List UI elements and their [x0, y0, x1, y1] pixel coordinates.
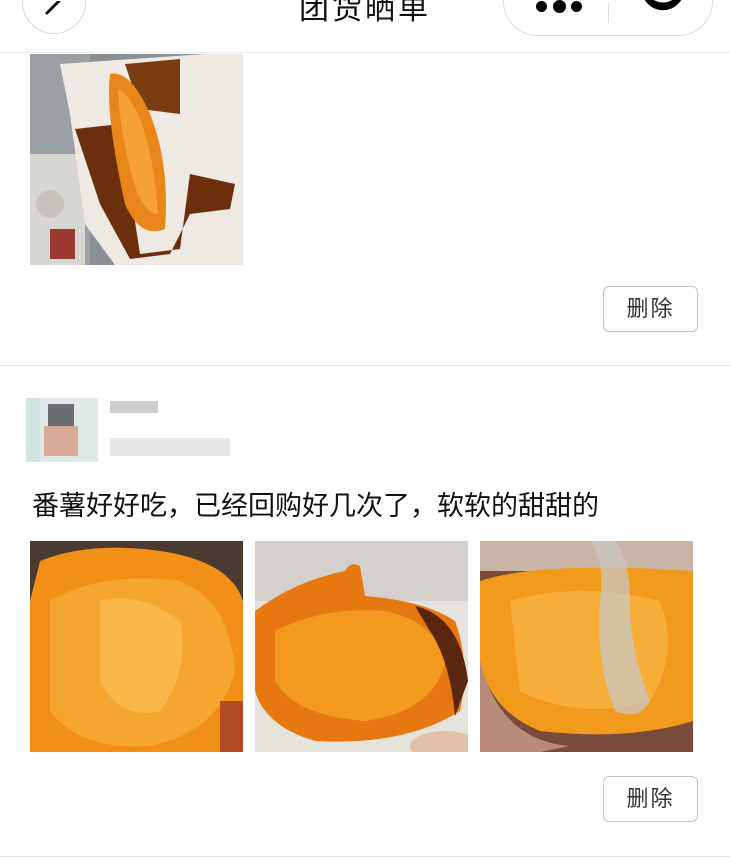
- review-post: 番薯好好吃，已经回购好几次了，软软的甜甜的 删除: [0, 366, 730, 857]
- review-photo[interactable]: [30, 54, 243, 265]
- more-dots-icon[interactable]: [536, 0, 586, 13]
- username-blurred: [110, 401, 158, 413]
- sweet-potato-photo-2: [255, 541, 468, 752]
- review-post: 删除: [0, 52, 730, 366]
- delete-button[interactable]: 删除: [603, 286, 698, 332]
- review-photo[interactable]: [30, 541, 243, 752]
- review-photo[interactable]: [480, 541, 693, 752]
- post-date-blurred: [110, 438, 230, 456]
- sweet-potato-photo-3: [480, 541, 693, 752]
- review-text: 番薯好好吃，已经回购好几次了，软软的甜甜的: [32, 491, 599, 522]
- mini-program-capsule: [503, 0, 713, 36]
- capsule-divider: [608, 3, 609, 23]
- avatar[interactable]: [26, 398, 98, 462]
- sweet-potato-photo-1: [30, 541, 243, 752]
- review-photo[interactable]: [255, 541, 468, 752]
- target-icon[interactable]: [640, 0, 686, 35]
- delete-button[interactable]: 删除: [603, 776, 698, 822]
- roasted-sweet-potato-photo: [30, 54, 243, 265]
- nav-header: 团货晒单: [0, 0, 730, 53]
